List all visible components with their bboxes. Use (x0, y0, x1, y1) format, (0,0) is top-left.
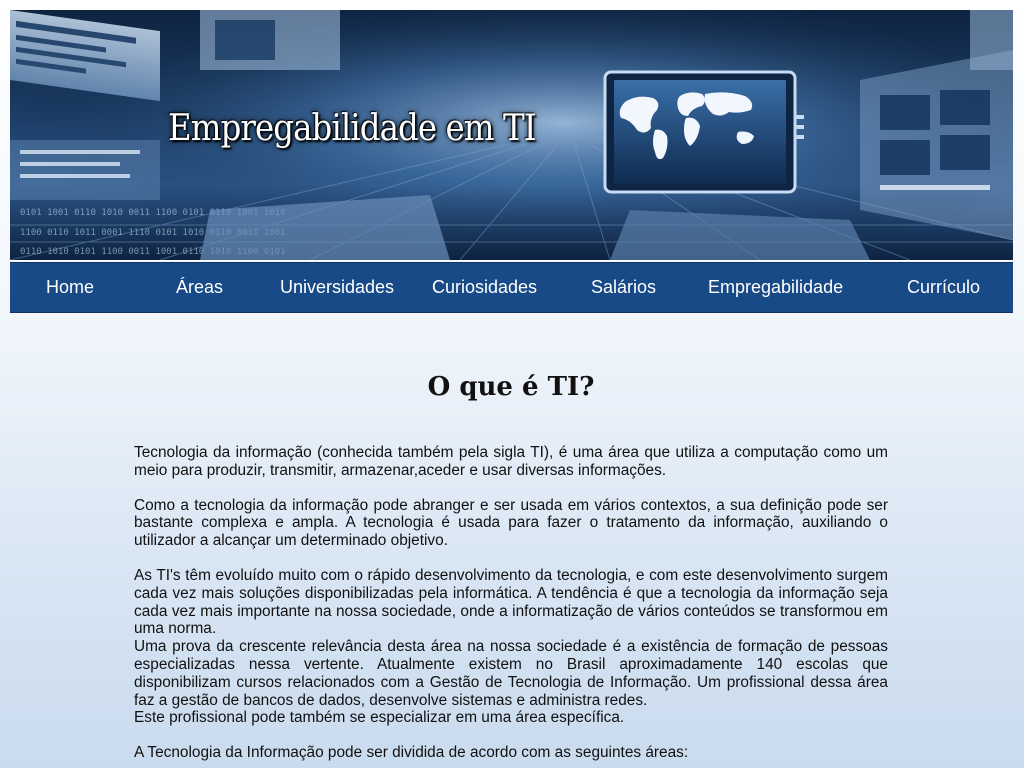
nav-item-empregabilidade[interactable]: Empregabilidade (708, 263, 843, 312)
paragraph-contexts: Como a tecnologia da informação pode abr… (134, 496, 888, 550)
nav-item-universidades[interactable]: Universidades (280, 263, 394, 312)
nav-item-curriculo[interactable]: Currículo (907, 263, 980, 312)
paragraph-areas-intro: A Tecnologia da Informação pode ser divi… (134, 744, 689, 762)
paragraph-specialization: Este profissional pode também se especia… (134, 709, 625, 727)
header-banner: 0101 1001 0110 1010 0011 1100 0101 0110 … (10, 10, 1013, 260)
main-content: O que é TI? Tecnologia da informação (co… (134, 360, 888, 768)
nav-item-home[interactable]: Home (46, 263, 94, 312)
main-navigation: Home Áreas Universidades Curiosidades Sa… (10, 262, 1013, 313)
page-title: O que é TI? (427, 372, 595, 402)
site-title: Empregabilidade em TI (168, 108, 537, 149)
paragraph-definition: Tecnologia da informação (conhecida tamb… (134, 444, 888, 479)
nav-item-areas[interactable]: Áreas (176, 263, 223, 312)
nav-item-salarios[interactable]: Salários (591, 263, 656, 312)
paragraph-evolution: As TI's têm evoluído muito com o rápido … (134, 566, 888, 638)
nav-item-curiosidades[interactable]: Curiosidades (432, 263, 537, 312)
paragraph-relevance: Uma prova da crescente relevância desta … (134, 638, 888, 709)
